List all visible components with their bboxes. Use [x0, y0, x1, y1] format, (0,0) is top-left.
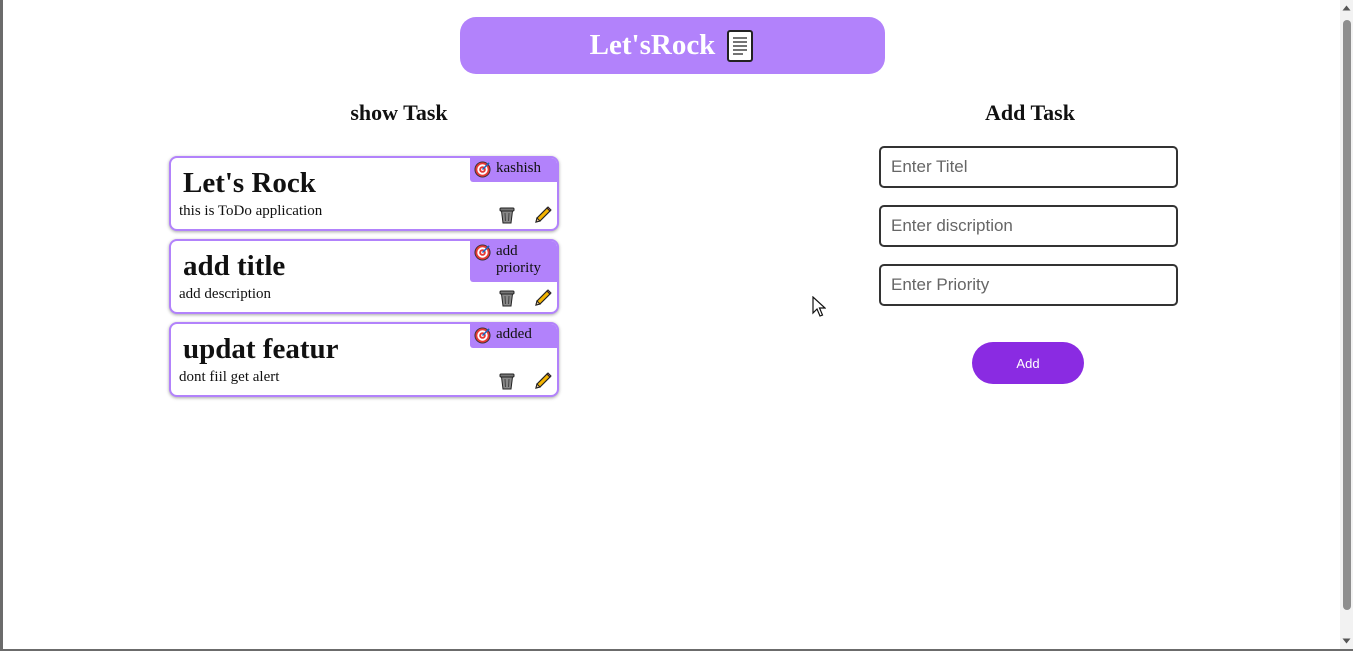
- show-task-heading: show Task: [350, 100, 448, 125]
- task-description: add description: [179, 286, 272, 302]
- pencil-icon[interactable]: [533, 371, 553, 391]
- task-title: Let's Rock: [183, 167, 316, 199]
- task-title: add title: [183, 250, 286, 282]
- scroll-down-icon[interactable]: [1341, 636, 1352, 646]
- add-task-heading: Add Task: [985, 100, 1075, 125]
- trash-icon[interactable]: [497, 371, 517, 391]
- trash-icon[interactable]: [497, 288, 517, 308]
- priority-badge: kashish: [470, 158, 557, 182]
- description-input[interactable]: [879, 205, 1178, 247]
- target-icon: [474, 244, 491, 266]
- task-title: updat featur: [183, 333, 339, 365]
- pencil-icon[interactable]: [533, 205, 553, 225]
- trash-icon[interactable]: [497, 205, 517, 225]
- priority-badge: add priority: [470, 241, 557, 282]
- priority-label: add priority: [496, 243, 541, 276]
- app-title: Let'sRock: [589, 29, 716, 61]
- priority-label: kashish: [496, 160, 541, 176]
- scroll-up-icon[interactable]: [1341, 3, 1352, 13]
- task-description: this is ToDo application: [179, 203, 323, 219]
- app-header: Let'sRock: [460, 17, 885, 74]
- pencil-icon[interactable]: [533, 288, 553, 308]
- priority-label: added: [496, 326, 532, 342]
- task-card: Let's Rock this is ToDo application kash…: [169, 156, 559, 231]
- priority-input[interactable]: [879, 264, 1178, 306]
- task-card: updat featur dont fiil get alert added: [169, 322, 559, 397]
- target-icon: [474, 327, 491, 349]
- task-card: add title add description add priority: [169, 239, 559, 314]
- document-icon: [725, 29, 755, 63]
- vertical-scrollbar[interactable]: [1340, 0, 1353, 649]
- priority-badge: added: [470, 324, 557, 348]
- task-description: dont fiil get alert: [179, 369, 280, 385]
- scrollbar-thumb[interactable]: [1343, 20, 1351, 610]
- mouse-cursor-icon: [812, 295, 827, 323]
- target-icon: [474, 161, 491, 183]
- title-input[interactable]: [879, 146, 1178, 188]
- add-button[interactable]: Add: [972, 342, 1084, 384]
